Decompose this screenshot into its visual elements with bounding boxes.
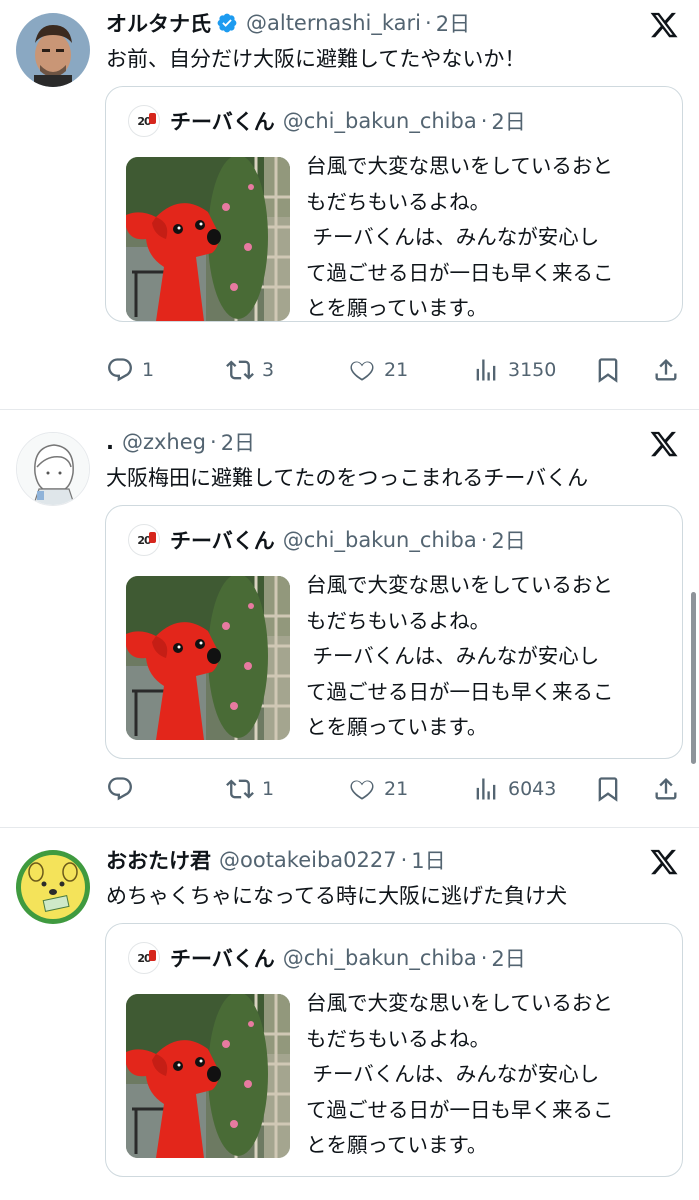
tweet[interactable]: オルタナ氏 @alternashi_kari · 2日 お前、自分だけ大阪に避難… — [0, 0, 699, 410]
quoted-tweet[interactable]: 20 チーバくん @chi_bakun_chiba · 2日 台風で大変な思いを… — [105, 923, 683, 1177]
bookmark-icon — [594, 356, 622, 384]
scrollbar[interactable] — [691, 592, 696, 764]
share-button[interactable] — [652, 769, 680, 809]
user-handle[interactable]: @alternashi_kari — [246, 11, 421, 35]
display-name[interactable]: . — [106, 430, 114, 454]
display-name[interactable]: おおたけ君 — [106, 845, 211, 875]
mascot-photo-icon — [126, 994, 290, 1158]
quote-text: 台風で大変な思いをしているおと もだちもいるよね。 チーバくんは、みんなが安心し… — [306, 154, 614, 320]
mascot-photo-icon — [126, 157, 290, 321]
timestamp[interactable]: 2日 — [221, 427, 255, 457]
tweet-header: おおたけ君 @ootakeiba0227 · 1日 — [106, 845, 446, 875]
avatar[interactable] — [16, 850, 90, 924]
bookmark-button[interactable] — [594, 350, 622, 390]
quote-timestamp: 2日 — [491, 110, 526, 134]
user-handle[interactable]: @ootakeiba0227 — [219, 848, 397, 872]
share-button[interactable] — [652, 350, 680, 390]
like-button[interactable]: 21 — [348, 769, 408, 809]
quoted-tweet[interactable]: 20 チーバくん @chi_bakun_chiba · 2日 台風で大変な思いを… — [105, 505, 683, 759]
display-name[interactable]: オルタナ氏 — [106, 8, 211, 38]
quote-display-name: チーバくん — [170, 110, 275, 134]
reply-icon — [106, 356, 134, 384]
tweet-header: . @zxheg · 2日 — [106, 427, 255, 457]
avatar[interactable] — [16, 432, 90, 506]
views-chart-icon — [472, 775, 500, 803]
mascot-photo-icon — [126, 576, 290, 740]
separator-dot: · — [425, 11, 432, 35]
retweet-icon — [226, 775, 254, 803]
avatar[interactable] — [16, 13, 90, 87]
quote-header: 20 チーバくん @chi_bakun_chiba · 2日 — [128, 105, 526, 137]
quote-avatar: 20 — [128, 524, 160, 556]
action-bar: 1 21 6043 — [106, 769, 686, 809]
views-chart-icon — [472, 356, 500, 384]
quote-display-name: チーバくん — [170, 947, 275, 971]
like-button[interactable]: 21 — [348, 350, 408, 390]
timestamp[interactable]: 1日 — [411, 845, 445, 875]
tweet-text: 大阪梅田に避難してたのをつっこまれるチーバくん — [106, 466, 589, 490]
quote-avatar: 20 — [128, 105, 160, 137]
share-icon — [652, 356, 680, 384]
bookmark-icon — [594, 775, 622, 803]
heart-icon — [348, 775, 376, 803]
retweet-button[interactable]: 1 — [226, 769, 274, 809]
quote-image[interactable] — [126, 576, 290, 740]
verified-badge-icon — [216, 12, 238, 34]
quote-handle: @chi_bakun_chiba — [282, 528, 477, 552]
avatar-illustration-icon — [17, 433, 89, 505]
quote-display-name: チーバくん — [170, 529, 275, 553]
quote-header: 20 チーバくん @chi_bakun_chiba · 2日 — [128, 942, 526, 974]
x-logo-icon — [649, 847, 679, 877]
action-bar: 1 3 21 3150 — [106, 350, 686, 390]
quote-avatar: 20 — [128, 942, 160, 974]
quote-header: 20 チーバくん @chi_bakun_chiba · 2日 — [128, 524, 526, 556]
reply-button[interactable]: 1 — [106, 350, 154, 390]
quote-timestamp: 2日 — [491, 529, 526, 553]
quote-text: 台風で大変な思いをしているおと もだちもいるよね。 チーバくんは、みんなが安心し… — [306, 991, 614, 1157]
reply-button[interactable] — [106, 769, 142, 809]
user-handle[interactable]: @zxheg — [122, 430, 206, 454]
avatar-character-icon — [16, 850, 90, 924]
bookmark-button[interactable] — [594, 769, 622, 809]
x-logo-icon — [649, 10, 679, 40]
quote-handle: @chi_bakun_chiba — [282, 109, 477, 133]
retweet-icon — [226, 356, 254, 384]
views-button[interactable]: 3150 — [472, 350, 556, 390]
views-button[interactable]: 6043 — [472, 769, 556, 809]
tweet-text: お前、自分だけ大阪に避難してたやないか！ — [106, 47, 526, 71]
quote-image[interactable] — [126, 157, 290, 321]
quote-image[interactable] — [126, 994, 290, 1158]
avatar-photo-icon — [16, 13, 90, 87]
tweet-text: めちゃくちゃになってる時に大阪に逃げた負け犬 — [106, 884, 567, 908]
timestamp[interactable]: 2日 — [436, 8, 470, 38]
quote-timestamp: 2日 — [491, 947, 526, 971]
quote-handle: @chi_bakun_chiba — [282, 946, 477, 970]
retweet-button[interactable]: 3 — [226, 350, 274, 390]
tweet-header: オルタナ氏 @alternashi_kari · 2日 — [106, 8, 470, 38]
quote-text: 台風で大変な思いをしているおと もだちもいるよね。 チーバくんは、みんなが安心し… — [306, 573, 614, 739]
quoted-tweet[interactable]: 20 チーバくん @chi_bakun_chiba · 2日 台風で大変な思いを… — [105, 86, 683, 322]
x-logo-icon — [649, 429, 679, 459]
heart-icon — [348, 356, 376, 384]
tweet[interactable]: . @zxheg · 2日 大阪梅田に避難してたのをつっこまれるチーバくん 20… — [0, 410, 699, 828]
reply-icon — [106, 775, 134, 803]
share-icon — [652, 775, 680, 803]
tweet[interactable]: おおたけ君 @ootakeiba0227 · 1日 めちゃくちゃになってる時に大… — [0, 828, 699, 1200]
